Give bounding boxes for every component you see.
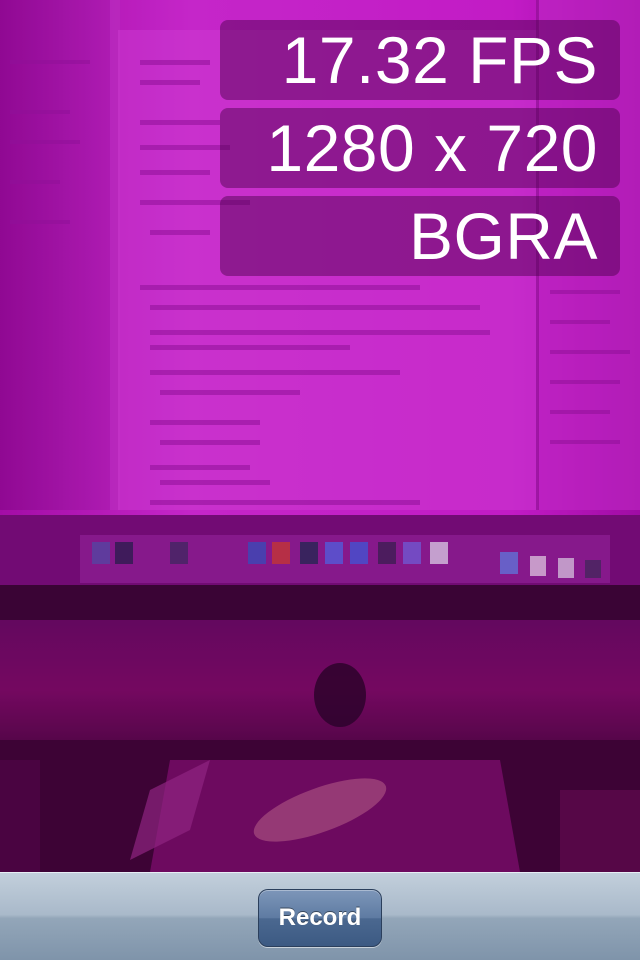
fps-label: 17.32 FPS bbox=[281, 23, 598, 97]
camera-viewfinder: 17.32 FPS 1280 x 720 BGRA bbox=[0, 0, 640, 872]
pixel-format-badge: BGRA bbox=[220, 196, 620, 276]
pixel-format-label: BGRA bbox=[408, 199, 598, 273]
resolution-badge: 1280 x 720 bbox=[220, 108, 620, 188]
resolution-label: 1280 x 720 bbox=[266, 111, 598, 185]
stats-overlay: 17.32 FPS 1280 x 720 BGRA bbox=[220, 20, 620, 284]
record-button-label: Record bbox=[278, 904, 362, 931]
bottom-toolbar: Record bbox=[0, 872, 640, 960]
record-button[interactable]: Record bbox=[258, 889, 382, 947]
fps-badge: 17.32 FPS bbox=[220, 20, 620, 100]
